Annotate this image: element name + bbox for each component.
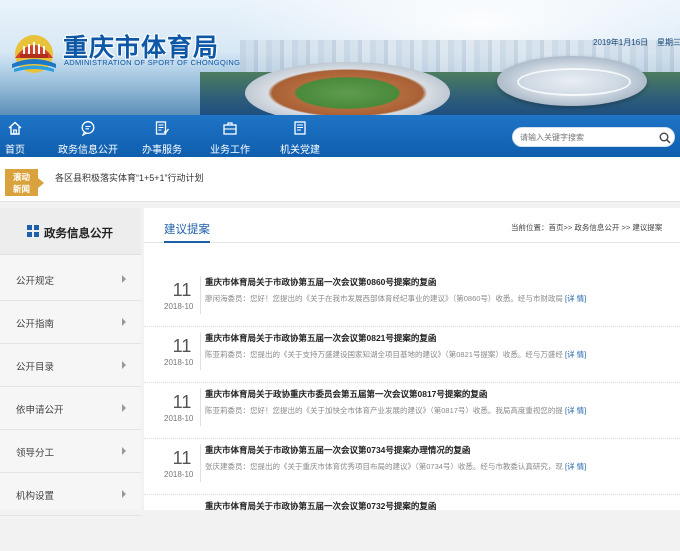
list-item: 11 2018-10 重庆市体育局关于市政协第五届一次会议第0734号提案办理情… bbox=[144, 440, 680, 495]
nav-label-gov-info: 政务信息公开 bbox=[58, 145, 118, 156]
breadcrumb: 当前位置：首页>> 政务信息公开 >> 建议提案 bbox=[511, 222, 662, 233]
nav-label-party: 机关党建 bbox=[280, 145, 320, 156]
sidebar-item-leadership[interactable]: 领导分工 bbox=[0, 430, 141, 473]
bureau-logo-icon bbox=[12, 35, 56, 73]
item-divider bbox=[200, 276, 201, 314]
page-title-underline bbox=[164, 241, 210, 243]
news-ticker: 滚动 新闻 各区县积极落实体育“1+5+1”行动计划 bbox=[0, 157, 680, 202]
sidebar-item-request[interactable]: 依申请公开 bbox=[0, 387, 141, 430]
ticker-badge-line1: 滚动 bbox=[12, 172, 30, 182]
search-icon[interactable] bbox=[659, 132, 671, 144]
site-subtitle: ADMINISTRATION OF SPORT OF CHONGQING bbox=[64, 58, 241, 67]
breadcrumb-section-link[interactable]: 政务信息公开 bbox=[574, 223, 619, 232]
item-title-link[interactable]: 重庆市体育局关于市政协第五届一次会议第0821号提案的复函 bbox=[205, 332, 436, 344]
sidebar-header: 政务信息公开 bbox=[0, 208, 141, 255]
stadium-image-right bbox=[497, 56, 647, 106]
grid-icon bbox=[27, 225, 39, 237]
header-banner: 重庆市体育局 ADMINISTRATION OF SPORT OF CHONGQ… bbox=[0, 0, 680, 115]
current-weekday: 星期三 bbox=[657, 38, 680, 47]
sidebar-item-label: 公开规定 bbox=[16, 276, 55, 287]
main-header: 建议提案 当前位置：首页>> 政务信息公开 >> 建议提案 bbox=[144, 208, 680, 243]
item-detail-link[interactable]: [详 情] bbox=[565, 461, 586, 472]
checklist-icon bbox=[155, 121, 170, 135]
item-title-link[interactable]: 重庆市体育局关于市政协第五届一次会议第0734号提案办理情况的复函 bbox=[205, 444, 470, 456]
item-month: 2018-10 bbox=[164, 302, 194, 311]
item-divider bbox=[200, 332, 201, 370]
sidebar-item-label: 机构设置 bbox=[16, 491, 55, 502]
item-summary: 廖闲海委员：您好！您提出的《关于在我市发展西部体育经纪事业的建议》（第0860号… bbox=[205, 294, 563, 303]
sidebar-item-label: 依申请公开 bbox=[16, 405, 64, 416]
sidebar-item-label: 领导分工 bbox=[16, 448, 55, 459]
item-detail-link[interactable]: [详 情] bbox=[565, 405, 586, 416]
chevron-right-icon bbox=[122, 275, 126, 283]
list-item: 11 2018-10 重庆市体育局关于市政协第五届一次会议第0860号提案的复函… bbox=[144, 272, 680, 327]
chevron-right-icon bbox=[122, 490, 126, 498]
sidebar-item-label: 公开指南 bbox=[16, 319, 55, 330]
nav-label-services: 办事服务 bbox=[142, 145, 182, 156]
nav-item-gov-info[interactable]: 政务信息公开 bbox=[58, 115, 118, 157]
item-summary: 陈亚莉委员：您好！您提出的《关于加快全市体育产业发展的建议》（第0817号）收悉… bbox=[205, 406, 563, 415]
chevron-right-icon bbox=[122, 404, 126, 412]
home-icon bbox=[8, 121, 22, 135]
ticker-badge-line2: 新闻 bbox=[12, 184, 30, 194]
chevron-right-icon bbox=[122, 361, 126, 369]
page-title: 建议提案 bbox=[164, 224, 210, 236]
breadcrumb-home-link[interactable]: 首页 bbox=[549, 223, 564, 232]
nav-label-business: 业务工作 bbox=[210, 145, 250, 156]
chevron-right-icon bbox=[122, 318, 126, 326]
search-input[interactable] bbox=[520, 130, 650, 145]
breadcrumb-separator: >> bbox=[563, 223, 573, 232]
nav-label-home: 首页 bbox=[5, 145, 25, 156]
sidebar-item-catalog[interactable]: 公开目录 bbox=[0, 344, 141, 387]
item-day: 11 bbox=[172, 448, 192, 468]
chat-bubble-icon bbox=[81, 121, 95, 136]
current-date: 2019年1月16日 bbox=[593, 38, 649, 47]
list-item: 重庆市体育局关于市政协第五届一次会议第0732号提案的复函 bbox=[144, 496, 680, 551]
item-detail-link[interactable]: [详 情] bbox=[565, 293, 586, 304]
stadium-image-left bbox=[245, 62, 450, 115]
main-content: 建议提案 当前位置：首页>> 政务信息公开 >> 建议提案 11 2018-10… bbox=[144, 208, 680, 511]
item-day: 11 bbox=[172, 280, 192, 300]
list-item: 11 2018-10 重庆市体育局关于市政协第五届一次会议第0821号提案的复函… bbox=[144, 328, 680, 383]
item-summary: 陈亚莉委员：您提出的《关于支持万盛建设国家知湖全项目基地的建议》（第0821号提… bbox=[205, 350, 563, 359]
item-title-link[interactable]: 重庆市体育局关于市政协第五届一次会议第0860号提案的复函 bbox=[205, 276, 436, 288]
sidebar-item-guide[interactable]: 公开指南 bbox=[0, 301, 141, 344]
sidebar-item-rules[interactable]: 公开规定 bbox=[0, 258, 141, 301]
item-divider bbox=[200, 388, 201, 426]
item-day: 11 bbox=[172, 392, 192, 412]
ticker-headline-link[interactable]: 各区县积极落实体育“1+5+1”行动计划 bbox=[55, 171, 204, 184]
nav-item-business[interactable]: 业务工作 bbox=[208, 115, 252, 157]
ticker-badge: 滚动 新闻 bbox=[5, 169, 44, 196]
item-summary: 张庆建委员：您提出的《关于重庆市体育优秀项目布局的建议》（第0734号）收悉。经… bbox=[205, 462, 563, 471]
item-divider bbox=[200, 444, 201, 482]
nav-item-party[interactable]: 机关党建 bbox=[278, 115, 322, 157]
item-month: 2018-10 bbox=[164, 470, 194, 479]
chevron-right-icon bbox=[122, 447, 126, 455]
document-icon bbox=[294, 121, 306, 135]
item-day: 11 bbox=[172, 336, 192, 356]
search-box bbox=[512, 127, 675, 147]
sidebar-title: 政务信息公开 bbox=[44, 228, 113, 240]
breadcrumb-separator: >> bbox=[621, 223, 631, 232]
breadcrumb-prefix: 当前位置： bbox=[511, 223, 549, 232]
sidebar: 政务信息公开 公开规定 公开指南 公开目录 依申请公开 领导分工 机构设置 bbox=[0, 208, 141, 516]
breadcrumb-current: 建议提案 bbox=[632, 223, 663, 232]
item-title-link[interactable]: 重庆市体育局关于政协重庆市委员会第五届第一次会议第0817号提案的复函 bbox=[205, 388, 487, 400]
briefcase-icon bbox=[223, 122, 237, 135]
sidebar-item-label: 公开目录 bbox=[16, 362, 55, 373]
list-item: 11 2018-10 重庆市体育局关于政协重庆市委员会第五届第一次会议第0817… bbox=[144, 384, 680, 439]
item-detail-link[interactable]: [详 情] bbox=[565, 349, 586, 360]
item-month: 2018-10 bbox=[164, 358, 194, 367]
nav-item-home[interactable]: 首页 bbox=[0, 115, 30, 157]
nav-item-services[interactable]: 办事服务 bbox=[140, 115, 184, 157]
item-title-link[interactable]: 重庆市体育局关于市政协第五届一次会议第0732号提案的复函 bbox=[205, 500, 436, 512]
item-month: 2018-10 bbox=[164, 414, 194, 423]
